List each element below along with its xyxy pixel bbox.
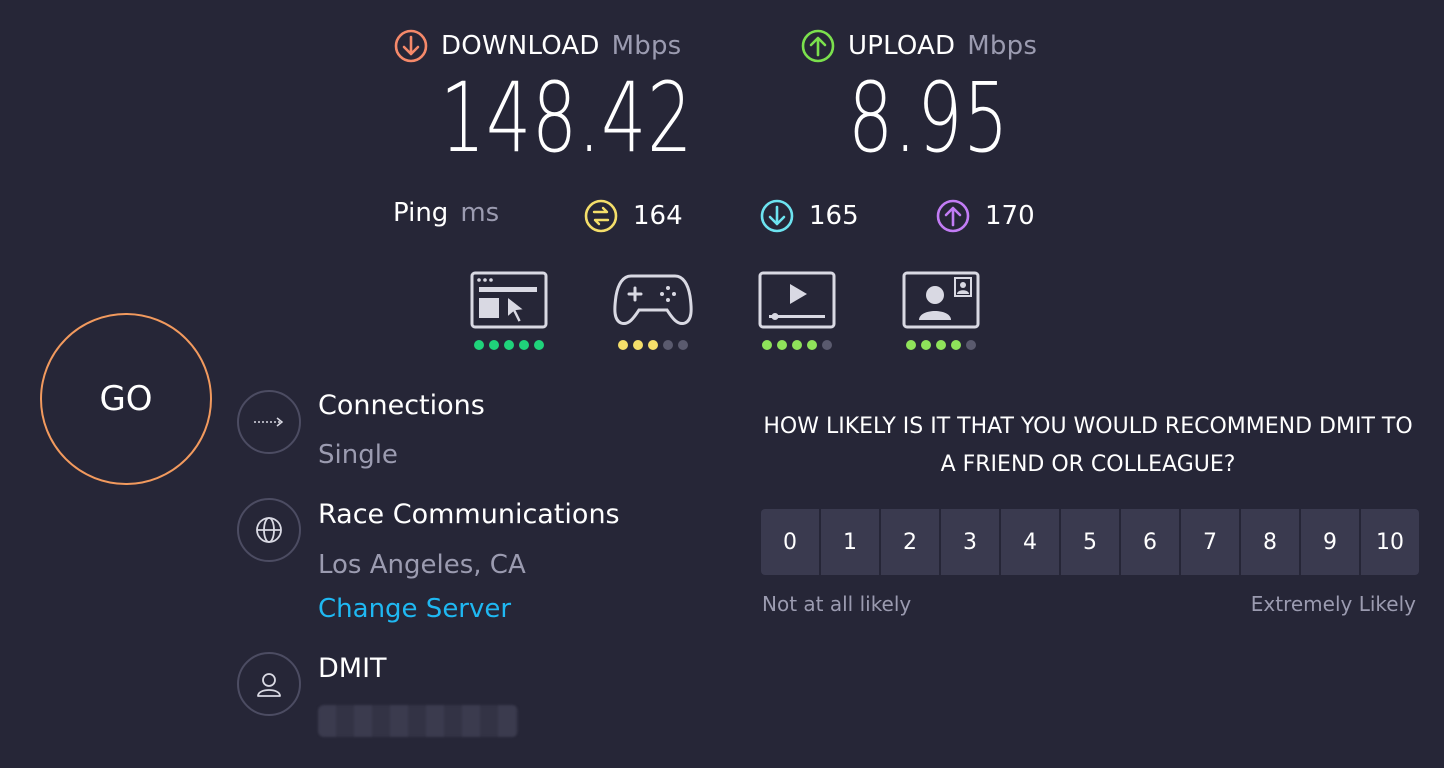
provider-title: DMIT (318, 653, 387, 684)
blurred-ip-address (318, 705, 518, 737)
ping-download: 165 (759, 198, 859, 234)
quality-dot (648, 340, 658, 350)
quality-dots-video (757, 340, 837, 350)
change-server-link[interactable]: Change Server (318, 594, 511, 624)
ping-idle-value: 164 (633, 201, 683, 231)
video-streaming-icon (758, 271, 836, 329)
quality-dot (966, 340, 976, 350)
ping-download-icon (760, 199, 794, 233)
video-chat-icon (902, 271, 980, 329)
server-icon-circle[interactable] (237, 498, 301, 562)
quality-gaming (613, 270, 693, 350)
quality-dot (762, 340, 772, 350)
upload-label: UPLOAD (848, 31, 956, 61)
quality-dot (921, 340, 931, 350)
quality-dot (663, 340, 673, 350)
quality-dot (936, 340, 946, 350)
upload-header: UPLOAD Mbps (800, 28, 1037, 64)
quality-dots-gaming (613, 340, 693, 350)
survey-option-3[interactable]: 3 (941, 509, 999, 575)
quality-dots-web (469, 340, 549, 350)
ping-label: Ping (393, 198, 449, 228)
globe-icon (256, 517, 282, 543)
quality-dot (489, 340, 499, 350)
ping-unit: ms (460, 198, 500, 228)
survey-question: HOW LIKELY IS IT THAT YOU WOULD RECOMMEN… (763, 414, 1413, 477)
survey-option-8[interactable]: 8 (1241, 509, 1299, 575)
go-button[interactable]: GO (40, 313, 212, 485)
user-icon (257, 673, 281, 697)
server-location: Los Angeles, CA (318, 550, 526, 580)
survey-option-2[interactable]: 2 (881, 509, 939, 575)
web-browsing-icon (470, 271, 548, 329)
quality-dot (474, 340, 484, 350)
download-unit: Mbps (611, 31, 682, 61)
ping-idle-icon (584, 199, 618, 233)
ping-upload-icon (936, 199, 970, 233)
quality-dot (822, 340, 832, 350)
connections-value: Single (318, 440, 398, 470)
quality-dot (951, 340, 961, 350)
survey-option-6[interactable]: 6 (1121, 509, 1179, 575)
survey-low-label: Not at all likely (762, 592, 912, 616)
quality-dot (678, 340, 688, 350)
quality-dot (618, 340, 628, 350)
ping-upload: 170 (935, 198, 1035, 234)
quality-video-chat (901, 270, 981, 350)
quality-dot (777, 340, 787, 350)
quality-dots-chat (901, 340, 981, 350)
ping-upload-value: 170 (985, 201, 1035, 231)
quality-dot (534, 340, 544, 350)
survey-scale: 0 1 2 3 4 5 6 7 8 9 10 (761, 509, 1419, 575)
download-header: DOWNLOAD Mbps (393, 28, 681, 64)
upload-arrow-icon (801, 29, 835, 63)
survey-high-label: Extremely Likely (1250, 592, 1416, 616)
ping-download-value: 165 (809, 201, 859, 231)
ping-label-group: Ping ms (393, 198, 499, 228)
survey-option-5[interactable]: 5 (1061, 509, 1119, 575)
quality-web-browsing (469, 270, 549, 350)
quality-dot (807, 340, 817, 350)
connections-icon-circle[interactable] (237, 390, 301, 454)
quality-dot (633, 340, 643, 350)
quality-dot (504, 340, 514, 350)
gaming-icon (613, 274, 693, 326)
upload-unit: Mbps (967, 31, 1038, 61)
survey-option-9[interactable]: 9 (1301, 509, 1359, 575)
quality-dot (519, 340, 529, 350)
upload-speed-value: 8.95 (848, 62, 1010, 174)
quality-dot (906, 340, 916, 350)
provider-icon-circle (237, 652, 301, 716)
connections-title: Connections (318, 390, 485, 421)
download-label: DOWNLOAD (441, 31, 600, 61)
ping-idle: 164 (583, 198, 683, 234)
quality-dot (792, 340, 802, 350)
download-speed-value: 148.42 (440, 62, 694, 174)
survey-option-1[interactable]: 1 (821, 509, 879, 575)
survey-option-4[interactable]: 4 (1001, 509, 1059, 575)
download-arrow-icon (394, 29, 428, 63)
connections-arrow-icon (254, 417, 284, 427)
quality-video-streaming (757, 270, 837, 350)
survey-option-10[interactable]: 10 (1361, 509, 1419, 575)
server-title: Race Communications (318, 499, 620, 530)
survey-option-0[interactable]: 0 (761, 509, 819, 575)
survey-option-7[interactable]: 7 (1181, 509, 1239, 575)
